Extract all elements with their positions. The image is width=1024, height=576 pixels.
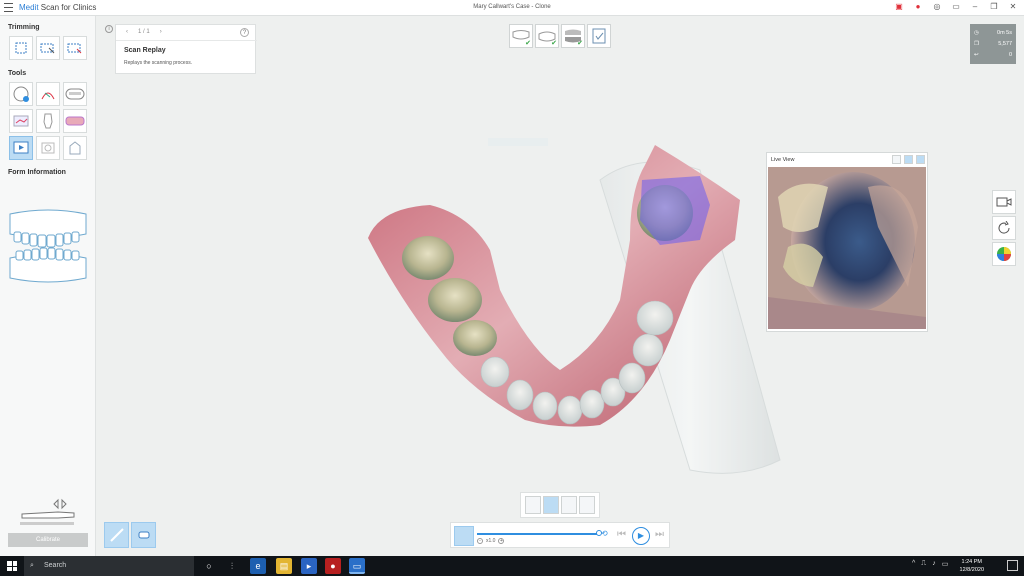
view-buttons [520, 492, 600, 518]
speed-increase-icon[interactable]: + [498, 538, 505, 544]
case-title: Mary Callwart's Case - Clone [473, 4, 551, 10]
trimming-title: Trimming [8, 24, 40, 31]
scan-brush-icon[interactable] [9, 82, 33, 106]
teeth-form-diagram[interactable] [6, 208, 90, 304]
scan-replay-card: ‹ 1 / 1 › ? Scan Replay Replays the scan… [115, 24, 257, 74]
live-camera-image [768, 167, 926, 329]
trim-select-icon[interactable] [9, 36, 33, 60]
bite-icon[interactable] [36, 109, 60, 133]
tray-chevron-icon[interactable]: ^ [912, 560, 915, 568]
speed-decrease-icon[interactable]: - [477, 538, 483, 544]
screenshot-icon[interactable]: ◎ [932, 2, 942, 12]
smart-scan-icon[interactable] [63, 82, 87, 106]
mandible-stage-button[interactable]: ✔ [535, 24, 559, 48]
form-information-title: Form Information [8, 169, 66, 176]
minimize-icon[interactable]: – [970, 2, 980, 12]
restore-icon[interactable]: ❐ [989, 2, 999, 12]
clock-time: 1:24 PM [961, 559, 982, 565]
color-map-icon[interactable] [992, 242, 1016, 266]
frame-count: 5,577 [998, 40, 1012, 47]
help-icon[interactable]: ? [240, 28, 249, 37]
occlusion-stage-button[interactable]: ✔ [561, 24, 585, 48]
info-icon[interactable]: i [105, 25, 113, 33]
pin-icon[interactable] [904, 155, 913, 164]
left-sidebar: Trimming Tools Form Information Calibrat… [0, 16, 96, 556]
margin-icon[interactable] [36, 82, 60, 106]
windows-taskbar: ⌕ Search ○ ⫶ e ▤ ▸ ● ▭ ^ ⎍ ♪ ▭ 1:24 PM 1… [0, 556, 1024, 576]
clock-date: 12/8/2020 [959, 567, 984, 573]
rotate-icon[interactable] [992, 216, 1016, 240]
scan-stats-panel: ◷ 0m 5s ❐ 5,577 ↩ 0 [970, 24, 1016, 64]
loop-icon[interactable]: ⟲ [601, 529, 608, 538]
edge-icon[interactable]: e [250, 558, 266, 574]
replay-icon[interactable] [9, 136, 33, 160]
media-app-icon[interactable]: ● [325, 558, 341, 574]
card-subtitle: Replays the scanning process. [124, 60, 193, 66]
page-indicator: 1 / 1 [138, 29, 150, 35]
view-upper-button[interactable] [525, 496, 541, 514]
network-icon[interactable]: ⎍ [921, 560, 926, 568]
app-icon[interactable]: ▸ [301, 558, 317, 574]
play-button[interactable]: ▶ [632, 527, 650, 545]
missing-icon: ↩ [974, 51, 979, 58]
search-icon: ⌕ [30, 562, 34, 569]
volume-icon[interactable]: ♪ [932, 560, 936, 568]
complete-stage-button[interactable] [587, 24, 611, 48]
check-icon: ✔ [551, 40, 557, 47]
record-icon[interactable]: ▣ [894, 2, 904, 12]
prev-page-icon[interactable]: ‹ [126, 29, 128, 35]
view-left-button[interactable] [561, 496, 577, 514]
scanner-device-icon [20, 498, 75, 525]
calibrate-button[interactable]: Calibrate [8, 533, 88, 547]
windows-start-icon[interactable] [7, 561, 17, 571]
trim-area-icon[interactable] [36, 36, 60, 60]
check-icon: ✔ [525, 40, 531, 47]
card-title: Scan Replay [124, 47, 166, 54]
next-page-icon[interactable]: › [160, 29, 162, 35]
frames-icon: ❐ [974, 40, 979, 47]
measure-icon[interactable] [63, 136, 87, 160]
replay-progress-track[interactable] [477, 533, 600, 535]
close-icon[interactable]: ✕ [1008, 2, 1018, 12]
trim-lock-icon[interactable] [63, 36, 87, 60]
arch-icon[interactable] [63, 109, 87, 133]
replay-model-button[interactable] [454, 526, 474, 546]
split-view-icon[interactable] [916, 155, 925, 164]
view-lower-button[interactable] [543, 496, 559, 514]
stop-record-icon[interactable]: ● [913, 2, 923, 12]
live-view-title: Live View [771, 157, 795, 163]
tools-title: Tools [8, 70, 27, 77]
next-icon[interactable]: ⏭ [655, 529, 664, 540]
scan-time: 0m 5s [997, 29, 1012, 36]
search-placeholder: Search [44, 562, 67, 569]
notification-icon[interactable] [1007, 560, 1018, 571]
maxilla-stage-button[interactable]: ✔ [509, 24, 533, 48]
taskbar-clock[interactable]: 1:24 PM 12/8/2020 [960, 558, 984, 574]
compare-icon[interactable] [9, 109, 33, 133]
camera-icon[interactable] [992, 190, 1016, 214]
clock-icon: ◷ [974, 29, 979, 36]
taskbar-search[interactable]: ⌕ Search [24, 556, 194, 576]
speed-value: x1.0 [486, 538, 496, 544]
live-view-panel: Live View [766, 152, 928, 332]
window-mode-icon[interactable] [892, 155, 901, 164]
file-explorer-icon[interactable]: ▤ [276, 558, 292, 574]
title-bar: Medit Scan for Clinics Mary Callwart's C… [0, 0, 1024, 16]
divider [116, 40, 257, 41]
language-icon[interactable]: ▭ [942, 560, 949, 568]
screen-icon[interactable] [36, 136, 60, 160]
check-icon: ✔ [577, 40, 583, 47]
tablet-mode-icon[interactable]: ▭ [951, 2, 961, 12]
task-view-icon[interactable]: ○ [201, 558, 217, 574]
medit-app-icon[interactable]: ▭ [349, 558, 365, 574]
view-right-button[interactable] [579, 496, 595, 514]
missing-count: 0 [1008, 51, 1012, 58]
timeline-icon[interactable]: ⫶ [224, 558, 240, 574]
replay-player: - x1.0 + ⟲ ⏮ ▶ ⏭ [450, 522, 670, 548]
previous-icon[interactable]: ⏮ [617, 529, 626, 540]
